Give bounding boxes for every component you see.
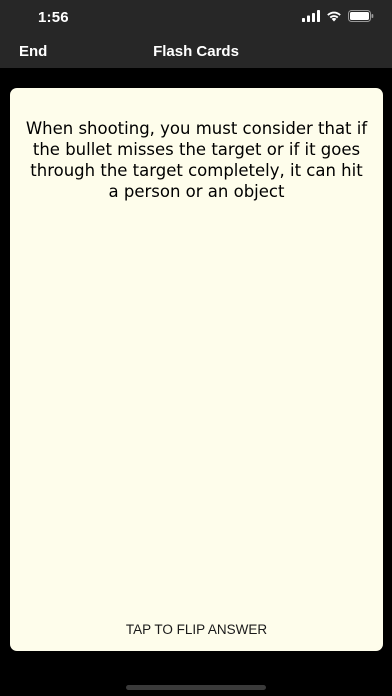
status-time: 1:56 [38, 9, 69, 26]
flash-card[interactable]: When shooting, you must consider that if… [10, 88, 383, 651]
nav-bar: End Flash Cards [0, 36, 392, 68]
page-title: Flash Cards [153, 43, 239, 60]
card-question-text: When shooting, you must consider that if… [25, 119, 368, 201]
wifi-icon [326, 9, 342, 27]
battery-icon [348, 9, 374, 27]
tap-to-flip-hint: TAP TO FLIP ANSWER [125, 622, 268, 637]
status-bar: 1:56 [0, 0, 392, 36]
status-icons [302, 10, 374, 26]
signal-icon [302, 9, 320, 27]
home-indicator[interactable] [126, 685, 266, 690]
